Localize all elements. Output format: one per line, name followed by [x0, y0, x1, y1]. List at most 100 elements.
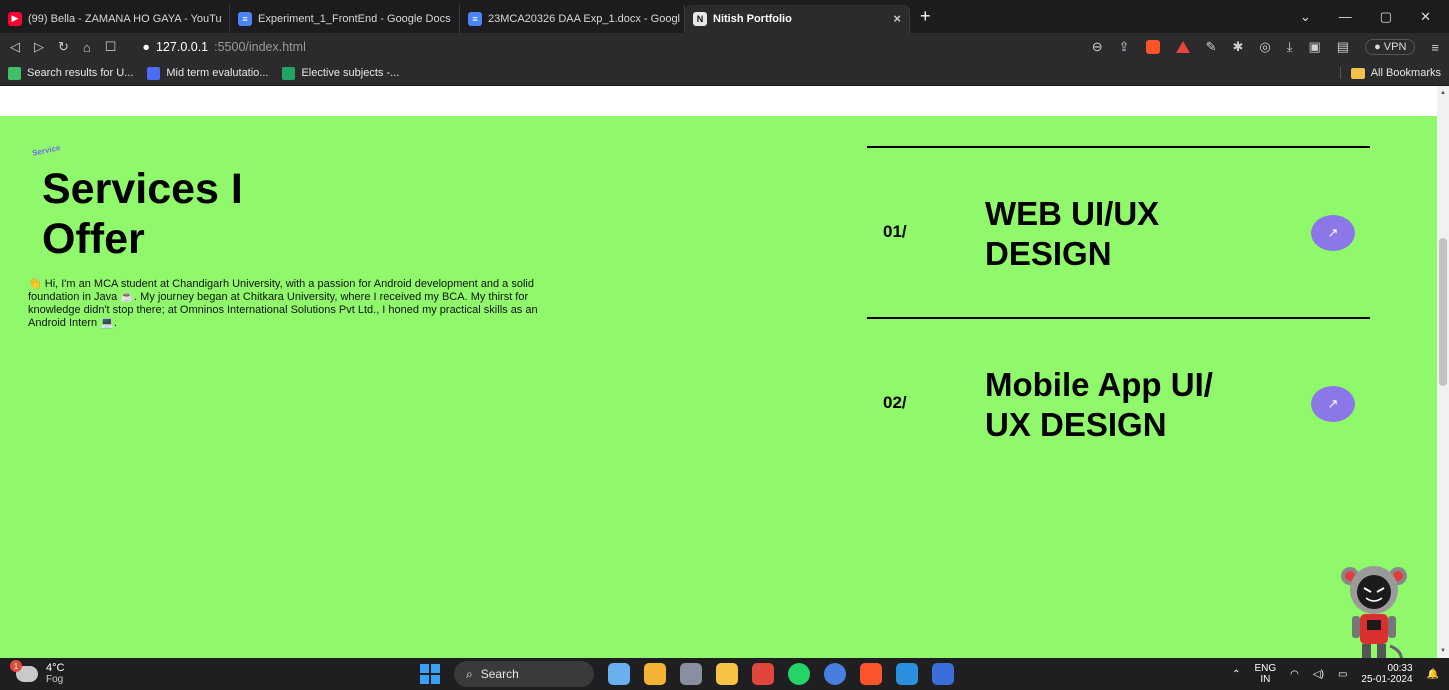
chat-icon	[147, 66, 161, 80]
close-window-icon[interactable]: ✕	[1420, 9, 1431, 25]
bookmark-label: Search results for U...	[27, 67, 134, 79]
service-item[interactable]: 01/ WEB UI/UX DESIGN ↗	[867, 146, 1370, 317]
url-host: 127.0.0.1	[155, 40, 209, 54]
service-name: WEB UI/UX DESIGN	[985, 195, 1160, 272]
bookmark-item[interactable]: Mid term evalutatio...	[147, 66, 268, 80]
system-tray: ⌃ ENG IN ◠ ◁) ▭ 00:33 25-01-2024 🔔	[1232, 663, 1449, 685]
share-icon[interactable]: ⇪	[1119, 39, 1130, 55]
extensions-icon[interactable]: ✱	[1232, 39, 1243, 55]
reload-icon[interactable]: ↻	[58, 39, 69, 55]
tab-label: 23MCA20326 DAA Exp_1.docx - Googl	[488, 12, 681, 25]
wps-office-icon[interactable]	[752, 663, 774, 685]
service-item[interactable]: 02/ Mobile App UI/ UX DESIGN ↗	[867, 317, 1370, 488]
copilot-icon[interactable]	[644, 663, 666, 685]
browser-toolbar: ◁ ▷ ↻ ⌂ ☐ ● 127.0.0.1:5500/index.html ⊖ …	[0, 33, 1449, 61]
weather-temp: 4°C	[46, 662, 65, 674]
menu-icon[interactable]: ≡	[1431, 40, 1439, 55]
widgets-icon[interactable]	[608, 663, 630, 685]
close-tab-icon[interactable]: ×	[833, 11, 901, 26]
whatsapp-icon[interactable]	[788, 663, 810, 685]
lang-top: ENG	[1254, 663, 1277, 674]
bookmark-item[interactable]: Elective subjects -...	[282, 66, 400, 80]
search-icon: ⌕	[466, 666, 473, 681]
time: 00:33	[1387, 663, 1413, 674]
tab-label: (99) Bella - ZAMANA HO GAYA - YouTu	[28, 12, 222, 25]
sidebar-icon[interactable]: ▣	[1308, 39, 1320, 55]
tab-nitish-portfolio[interactable]: N Nitish Portfolio ×	[685, 4, 910, 33]
arrow-up-right-icon[interactable]: ↗	[1311, 386, 1355, 422]
google-docs-icon: ≡	[468, 11, 482, 26]
site-info-icon[interactable]: ●	[142, 40, 150, 54]
forward-icon[interactable]: ▷	[34, 39, 44, 55]
vpn-label: VPN	[1383, 41, 1407, 53]
tab-label: Experiment_1_FrontEnd - Google Docs	[258, 12, 451, 25]
window-controls: ⌄ — ▢ ✕	[1300, 9, 1449, 25]
clock[interactable]: 00:33 25-01-2024	[1361, 663, 1412, 685]
weather-widget[interactable]: 1 4°C Fog	[0, 660, 420, 685]
tab-youtube[interactable]: ▶ (99) Bella - ZAMANA HO GAYA - YouTu	[0, 4, 230, 33]
bookmark-icon[interactable]: ☐	[105, 39, 117, 55]
chevron-up-icon[interactable]: ⌃	[1232, 669, 1240, 680]
address-bar[interactable]: ● 127.0.0.1:5500/index.html	[142, 40, 305, 54]
bookmark-label: Elective subjects -...	[301, 67, 400, 79]
tab-search-icon[interactable]: ⌄	[1300, 9, 1311, 25]
wallet-icon[interactable]: ◎	[1259, 39, 1270, 55]
vue-icon	[8, 66, 21, 80]
wifi-icon[interactable]: ◠	[1290, 669, 1299, 680]
date: 25-01-2024	[1361, 674, 1413, 685]
youtube-icon: ▶	[8, 11, 22, 26]
google-sheets-icon	[282, 66, 296, 80]
vscode-icon[interactable]	[896, 663, 918, 685]
folder-icon	[1350, 67, 1365, 79]
service-number: 01/	[883, 222, 907, 241]
battery-icon[interactable]: ▭	[1338, 669, 1347, 680]
windows-start-icon[interactable]	[420, 664, 440, 684]
home-icon[interactable]: ⌂	[83, 40, 91, 55]
minimize-icon[interactable]: —	[1339, 9, 1352, 25]
services-section: Service Services I Offer 👋 Hi, I'm an MC…	[0, 116, 1437, 658]
notification-bell-icon[interactable]: 🔔	[1427, 669, 1439, 680]
taskbar-search[interactable]: ⌕ Search	[454, 661, 594, 687]
brave-shields-icon[interactable]	[1145, 40, 1160, 54]
arrow-up-right-icon[interactable]: ↗	[1311, 215, 1355, 251]
scroll-down-icon[interactable]: ▼	[1440, 648, 1446, 654]
search-label: Search	[480, 667, 519, 681]
vpn-button[interactable]: ● VPN	[1365, 39, 1416, 55]
google-docs-icon: ≡	[238, 11, 252, 26]
eyedropper-icon[interactable]: ✎	[1206, 39, 1217, 55]
app-store-icon[interactable]	[824, 663, 846, 685]
volume-icon[interactable]: ◁)	[1313, 669, 1324, 680]
language-indicator[interactable]: ENG IN	[1255, 663, 1277, 685]
all-bookmarks-button[interactable]: All Bookmarks	[1339, 67, 1441, 79]
file-explorer-icon[interactable]	[716, 663, 738, 685]
task-view-icon[interactable]	[680, 663, 702, 685]
bookmark-item[interactable]: Search results for U...	[8, 66, 134, 80]
tab-icon[interactable]: ▤	[1337, 39, 1349, 55]
section-tag: Service	[31, 143, 62, 158]
scroll-up-icon[interactable]: ▲	[1440, 90, 1446, 96]
brave-rewards-icon[interactable]	[1175, 41, 1190, 53]
page-scrollbar[interactable]: ▲ ▼	[1437, 86, 1449, 658]
new-tab-button[interactable]: +	[920, 6, 931, 27]
service-name: Mobile App UI/ UX DESIGN	[985, 366, 1213, 443]
service-number: 02/	[883, 393, 907, 412]
back-icon[interactable]: ◁	[10, 39, 20, 55]
brave-browser-icon[interactable]	[860, 663, 882, 685]
download-icon[interactable]: ⤓	[1287, 39, 1293, 55]
bookmarks-bar: Search results for U... Mid term evaluta…	[0, 61, 1449, 86]
windows-taskbar: 1 4°C Fog ⌕ Search ⌃ ENG IN ◠ ◁) ▭ 00:33…	[0, 658, 1449, 690]
all-bookmarks-label: All Bookmarks	[1370, 67, 1441, 79]
taskbar-apps: ⌕ Search	[420, 661, 954, 687]
scrollbar-thumb[interactable]	[1439, 238, 1447, 386]
about-description: 👋 Hi, I'm an MCA student at Chandigarh U…	[28, 278, 538, 329]
browser-tab-bar: ▶ (99) Bella - ZAMANA HO GAYA - YouTu ≡ …	[0, 0, 1449, 33]
photos-icon[interactable]	[932, 663, 954, 685]
restore-icon[interactable]: ▢	[1380, 9, 1392, 25]
page-viewport: Service Services I Offer 👋 Hi, I'm an MC…	[0, 86, 1437, 658]
tab-daa-doc[interactable]: ≡ 23MCA20326 DAA Exp_1.docx - Googl	[460, 4, 685, 33]
zoom-icon[interactable]: ⊖	[1092, 39, 1103, 55]
lang-bottom: IN	[1260, 674, 1271, 685]
tab-experiment-doc[interactable]: ≡ Experiment_1_FrontEnd - Google Docs	[230, 4, 460, 33]
robot-mascot-icon[interactable]	[1340, 556, 1408, 658]
portfolio-icon: N	[693, 11, 707, 26]
